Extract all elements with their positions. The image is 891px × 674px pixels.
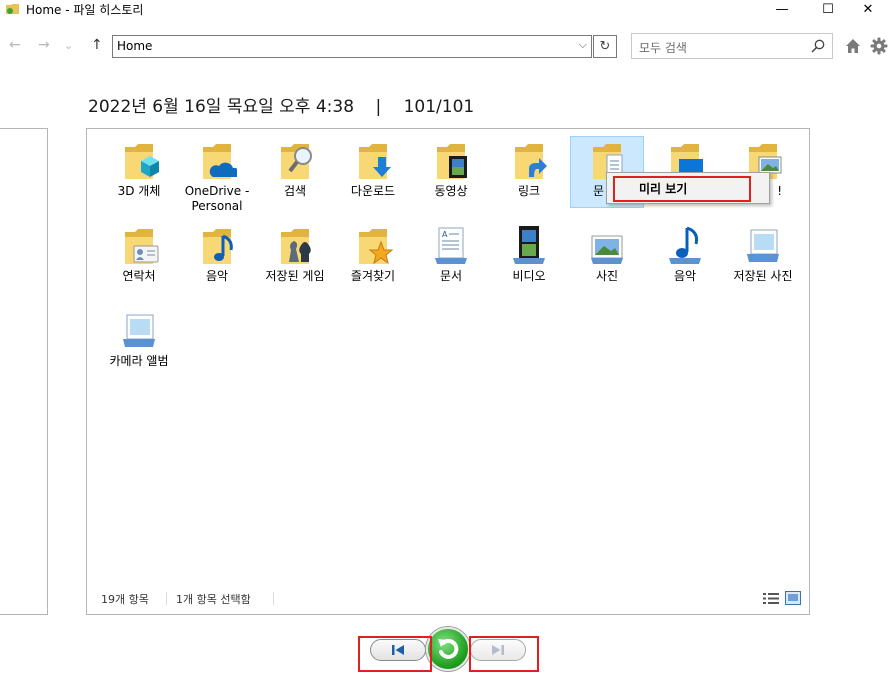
title-bar: Home - 파일 히스토리 — ☐ ✕ bbox=[0, 0, 891, 18]
gear-icon[interactable] bbox=[870, 37, 888, 55]
list-item[interactable]: 즐겨찾기 bbox=[336, 224, 410, 284]
searches-icon bbox=[281, 144, 312, 179]
address-bar[interactable]: Home ⌵ bbox=[112, 35, 592, 58]
item-label: 검색 bbox=[283, 184, 307, 198]
item-label: 저장된 게임 bbox=[265, 269, 325, 283]
details-view-icon[interactable] bbox=[763, 592, 779, 605]
list-item[interactable]: 동영상 bbox=[414, 139, 488, 199]
list-item[interactable]: 비디오 bbox=[492, 224, 566, 284]
item-label: 사진 bbox=[595, 269, 619, 283]
list-item[interactable]: 3D 개체 bbox=[102, 139, 176, 199]
status-divider bbox=[273, 592, 274, 605]
large-icons-view-icon[interactable] bbox=[785, 591, 801, 605]
item-label: 음악 bbox=[673, 269, 697, 283]
up-button[interactable]: ↑ bbox=[91, 37, 103, 53]
item-label: 즐겨찾기 bbox=[350, 269, 396, 283]
home-icon[interactable] bbox=[845, 38, 861, 54]
list-item[interactable]: 링크 bbox=[492, 139, 566, 199]
restore-icon bbox=[438, 638, 459, 659]
item-count: 19개 항목 bbox=[101, 593, 149, 606]
saved-pictures-icon bbox=[747, 229, 779, 262]
item-label: 3D 개체 bbox=[117, 184, 161, 198]
preview-highlight-box bbox=[613, 176, 751, 202]
downloads-icon bbox=[359, 144, 391, 179]
item-label: 저장된 사진 bbox=[733, 269, 793, 283]
list-item[interactable]: 카메라 앨범 bbox=[102, 309, 176, 369]
window-title: Home - 파일 히스토리 bbox=[26, 3, 144, 17]
item-label: 동영상 bbox=[434, 184, 468, 198]
previous-highlight-box bbox=[358, 636, 432, 672]
favorites-icon bbox=[359, 229, 393, 265]
recent-locations-button[interactable]: ⌄ bbox=[64, 39, 73, 52]
camera-roll-icon bbox=[123, 314, 155, 347]
address-dropdown-button[interactable]: ⌵ bbox=[579, 38, 587, 52]
item-label: 카메라 앨범 bbox=[109, 354, 169, 368]
onedrive-icon bbox=[203, 144, 237, 179]
list-item[interactable]: 저장된 사진 bbox=[726, 224, 800, 284]
item-label: 음악 bbox=[205, 269, 229, 283]
version-navigation-bar bbox=[0, 625, 891, 674]
restore-button[interactable] bbox=[426, 627, 470, 671]
list-item[interactable]: 음악 bbox=[648, 224, 722, 284]
item-label: 연락처 bbox=[122, 269, 156, 283]
videos-library-icon bbox=[513, 226, 545, 264]
next-highlight-box bbox=[469, 636, 539, 672]
list-item[interactable]: 저장된 게임 bbox=[258, 224, 332, 284]
pictures-library-icon bbox=[591, 235, 623, 264]
search-placeholder: 모두 검색 bbox=[639, 41, 687, 55]
videos-icon bbox=[437, 144, 467, 179]
svg-text:A: A bbox=[442, 230, 448, 239]
item-label: OneDrive - Personal bbox=[184, 184, 250, 213]
list-item[interactable]: 연락처 bbox=[102, 224, 176, 284]
address-value: Home bbox=[117, 39, 153, 53]
status-bar: 19개 항목 1개 항목 선택함 bbox=[87, 584, 809, 614]
forward-button[interactable]: → bbox=[38, 37, 50, 53]
back-button[interactable]: ← bbox=[9, 37, 21, 53]
saved-games-icon bbox=[281, 229, 311, 264]
search-icon[interactable] bbox=[810, 38, 826, 54]
item-label: 비디오 bbox=[512, 269, 546, 283]
list-item[interactable]: A 문서 bbox=[414, 224, 488, 284]
file-history-app-icon bbox=[6, 4, 19, 14]
list-item[interactable]: 사진 bbox=[570, 224, 644, 284]
search-input[interactable]: 모두 검색 bbox=[631, 33, 833, 59]
selection-count: 1개 항목 선택함 bbox=[176, 593, 251, 606]
list-item[interactable]: 음악 bbox=[180, 224, 254, 284]
list-item[interactable]: 검색 bbox=[258, 139, 332, 199]
previous-version-pane[interactable] bbox=[0, 128, 48, 615]
music-icon bbox=[203, 229, 233, 264]
documents-library-icon: A bbox=[435, 227, 467, 264]
backup-date: 2022년 6월 16일 목요일 오후 4:38 bbox=[88, 97, 355, 117]
close-button[interactable]: ✕ bbox=[845, 0, 891, 18]
backup-date-header: 2022년 6월 16일 목요일 오후 4:38 | 101/101 bbox=[88, 92, 474, 117]
contacts-icon bbox=[125, 229, 159, 264]
3d-objects-icon bbox=[125, 144, 159, 179]
item-label: 다운로드 bbox=[350, 184, 396, 198]
header-separator: | bbox=[375, 97, 382, 117]
status-divider bbox=[166, 592, 167, 605]
links-icon bbox=[515, 144, 547, 179]
minimize-button[interactable]: — bbox=[759, 0, 805, 18]
item-label: 문서 bbox=[439, 269, 463, 283]
list-item[interactable]: OneDrive - Personal bbox=[180, 139, 254, 214]
version-counter: 101/101 bbox=[403, 97, 475, 117]
list-item[interactable]: 다운로드 bbox=[336, 139, 410, 199]
item-label: 링크 bbox=[517, 184, 541, 198]
music-library-icon bbox=[669, 226, 701, 264]
refresh-button[interactable]: ↻ bbox=[593, 35, 617, 58]
